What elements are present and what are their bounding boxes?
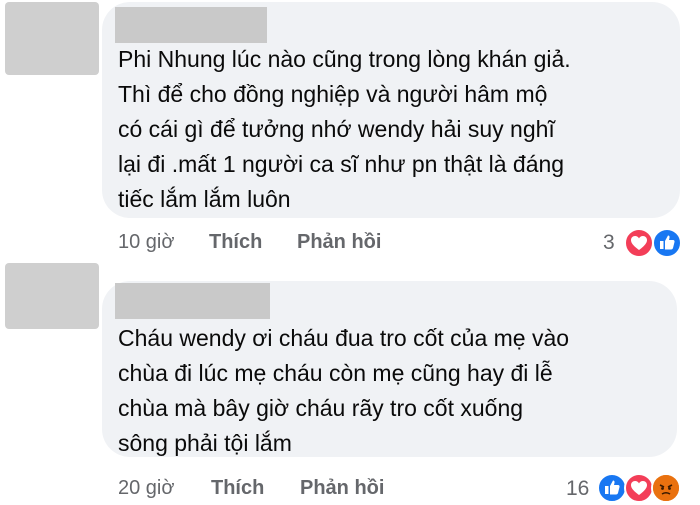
like-button[interactable]: Thích (211, 477, 264, 500)
comment-time[interactable]: 10 giờ (118, 231, 174, 254)
author-name-redacted[interactable] (115, 7, 267, 43)
reaction-count[interactable]: 3 (603, 231, 615, 255)
comment-text: Cháu wendy ơi cháu đua tro cốt của mẹ và… (118, 325, 570, 456)
reply-button[interactable]: Phản hồi (297, 231, 381, 254)
angry-icon[interactable] (651, 473, 681, 503)
like-icon[interactable] (652, 228, 682, 258)
heart-icon[interactable] (624, 473, 654, 503)
author-name-redacted[interactable] (115, 283, 270, 319)
comment-text: Phi Nhung lúc nào cũng trong lòng khán g… (118, 46, 571, 212)
heart-icon[interactable] (624, 228, 654, 258)
reaction-count[interactable]: 16 (566, 477, 589, 501)
avatar[interactable] (5, 2, 99, 75)
like-icon[interactable] (597, 473, 627, 503)
avatar[interactable] (5, 263, 99, 329)
like-button[interactable]: Thích (209, 231, 262, 254)
reply-button[interactable]: Phản hồi (300, 477, 384, 500)
comment-time[interactable]: 20 giờ (118, 477, 174, 500)
